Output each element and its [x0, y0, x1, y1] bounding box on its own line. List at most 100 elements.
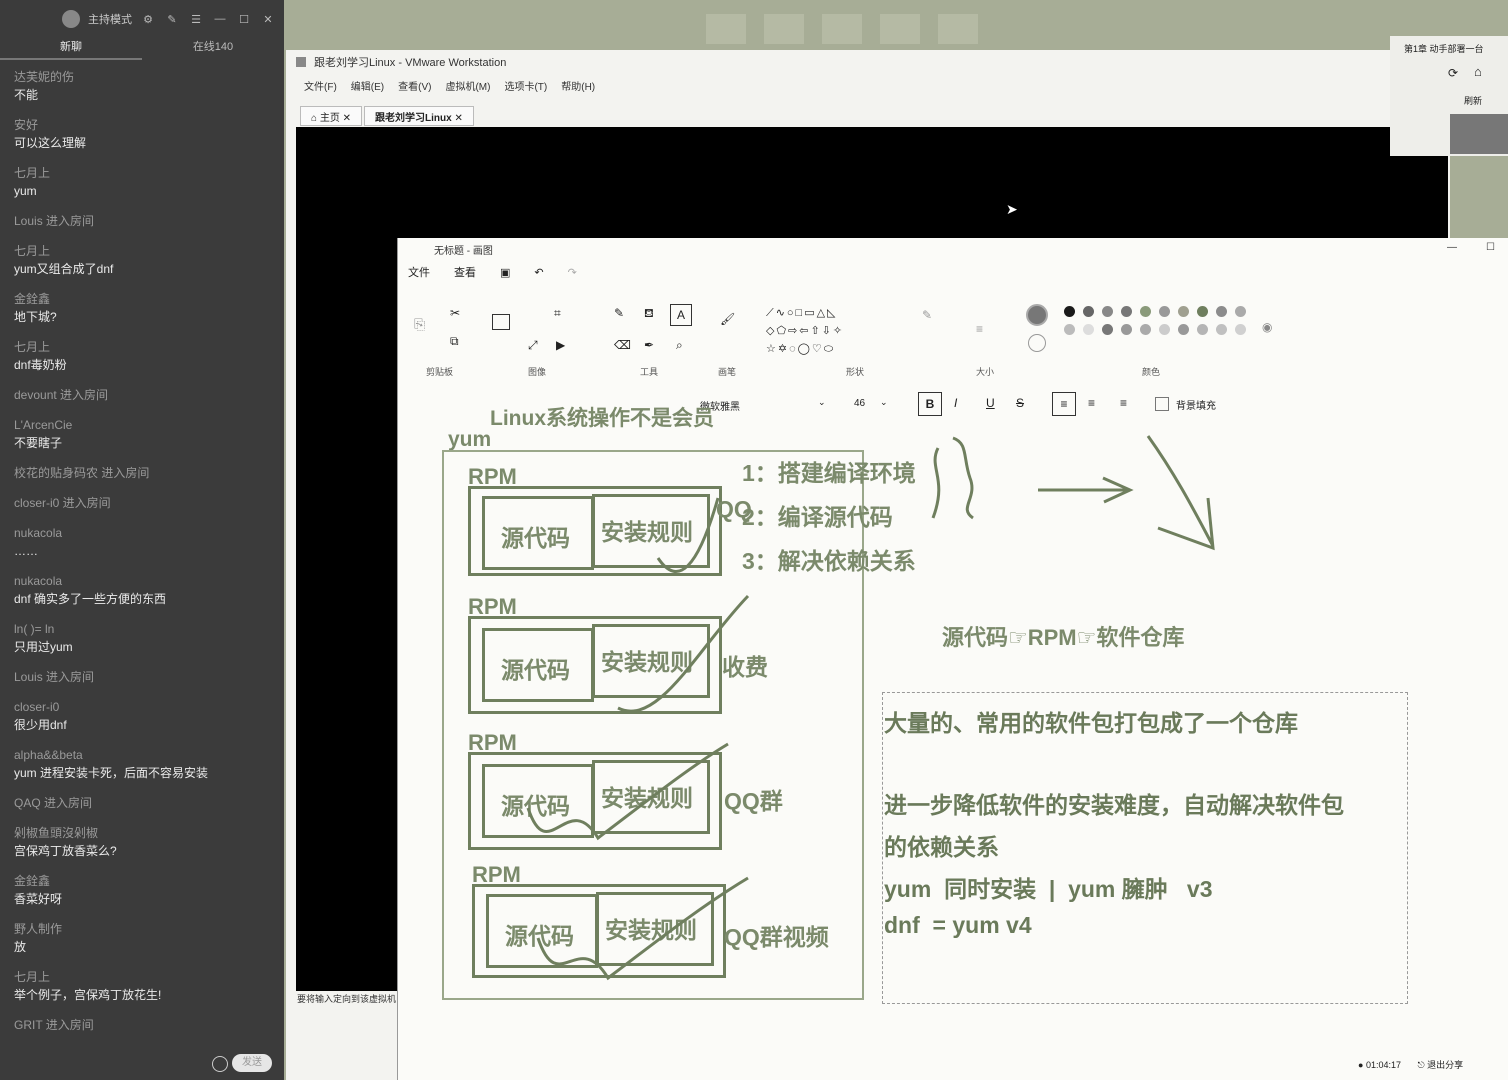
- copy-icon[interactable]: ⧉: [450, 334, 459, 349]
- shapes-icon[interactable]: ⟋∿○□▭△◺: [766, 306, 838, 320]
- tab-online[interactable]: 在线140: [142, 38, 284, 60]
- paste-icon[interactable]: ⎘: [414, 316, 425, 333]
- send-button[interactable]: 发送: [232, 1054, 272, 1072]
- system-message: closer-i0 进入房间: [14, 496, 111, 510]
- vmware-menu-item[interactable]: 编辑(E): [351, 78, 384, 93]
- shapes-icon[interactable]: ◇⬠⇨⇦⇧⇩✧: [766, 324, 844, 337]
- fill-icon[interactable]: ⛾: [644, 306, 654, 322]
- color1-swatch[interactable]: [1026, 304, 1048, 326]
- vmware-menu-item[interactable]: 虚拟机(M): [445, 78, 490, 93]
- thumbnail[interactable]: [764, 14, 804, 44]
- tab-vm[interactable]: 跟老刘学习Linux ✕: [364, 106, 474, 126]
- vmware-menu-item[interactable]: 文件(F): [304, 78, 337, 93]
- tab-chat[interactable]: 新聊: [0, 38, 142, 60]
- vmware-menu-item[interactable]: 查看(V): [398, 78, 431, 93]
- minimize-icon[interactable]: —: [1447, 242, 1457, 253]
- text-tool-icon[interactable]: A: [670, 304, 692, 326]
- palette-color[interactable]: [1102, 324, 1113, 335]
- palette-color[interactable]: [1083, 306, 1094, 317]
- chat-message: 七月上 yum: [14, 164, 276, 200]
- palette-color[interactable]: [1216, 306, 1227, 317]
- undo-icon[interactable]: ↶: [534, 266, 543, 279]
- resize-icon[interactable]: ⤢: [528, 338, 538, 353]
- vmware-menu-item[interactable]: 帮助(H): [561, 78, 595, 93]
- message-user[interactable]: ln( )= ln: [14, 620, 276, 638]
- maximize-icon[interactable]: ☐: [236, 11, 252, 27]
- palette-color[interactable]: [1140, 306, 1151, 317]
- brush-icon[interactable]: 🖌: [720, 312, 735, 326]
- eraser-icon[interactable]: ⌫: [614, 338, 631, 352]
- magnifier-icon[interactable]: ⌕: [676, 338, 683, 353]
- maximize-icon[interactable]: ☐: [1486, 242, 1495, 253]
- message-user[interactable]: L'ArcenCie: [14, 416, 276, 434]
- message-user[interactable]: 七月上: [14, 338, 276, 356]
- redo-icon[interactable]: ↷: [568, 266, 577, 279]
- paint-canvas[interactable]: Linux系统操作不是会员 yum RPM 源代码 安装规则 QQ RPM 源代…: [398, 388, 1508, 1080]
- chat-message: 达芙妮的伤 不能: [14, 68, 276, 104]
- message-user[interactable]: 野人制作: [14, 920, 276, 938]
- palette-color[interactable]: [1197, 324, 1208, 335]
- cut-icon[interactable]: ✂: [450, 306, 460, 320]
- palette-color[interactable]: [1121, 324, 1132, 335]
- message-user[interactable]: 安好: [14, 116, 276, 134]
- thumbnail[interactable]: [822, 14, 862, 44]
- rotate-icon[interactable]: ▶: [556, 338, 565, 352]
- shapes-icon[interactable]: ☆✡◌◯♡⬭: [766, 342, 835, 356]
- palette-color[interactable]: [1159, 324, 1170, 335]
- palette-color[interactable]: [1083, 324, 1094, 335]
- edit-colors-icon[interactable]: ◉: [1262, 320, 1272, 334]
- thumbnail[interactable]: [880, 14, 920, 44]
- menu-file[interactable]: 文件: [408, 264, 430, 280]
- palette-color[interactable]: [1197, 306, 1208, 317]
- chat-panel: 主持模式 ⚙ ✎ ☰ — ☐ ✕ 新聊 在线140 达芙妮的伤 不能 安好 可以这么理…: [0, 0, 284, 1080]
- thumbnail[interactable]: [938, 14, 978, 44]
- palette-color[interactable]: [1140, 324, 1151, 335]
- chapter-label[interactable]: 第1章 动手部署一台: [1404, 42, 1484, 55]
- emoji-icon[interactable]: [212, 1056, 228, 1072]
- message-user[interactable]: nukacola: [14, 524, 276, 542]
- message-user[interactable]: 达芙妮的伤: [14, 68, 276, 86]
- palette-color[interactable]: [1102, 306, 1113, 317]
- palette-color[interactable]: [1178, 306, 1189, 317]
- menu-view[interactable]: 查看: [454, 264, 476, 280]
- tab-home[interactable]: ⌂ 主页 ✕: [300, 106, 362, 126]
- message-user[interactable]: 七月上: [14, 242, 276, 260]
- crop-icon[interactable]: ⌗: [554, 306, 561, 321]
- chat-message: 金銓鑫 香菜好呀: [14, 872, 276, 908]
- palette-color[interactable]: [1216, 324, 1227, 335]
- refresh-icon[interactable]: ⟳: [1448, 66, 1458, 80]
- picker-icon[interactable]: ✒: [644, 338, 654, 352]
- color2-swatch[interactable]: [1028, 334, 1046, 352]
- vmware-menu-item[interactable]: 选项卡(T): [504, 78, 547, 93]
- message-user[interactable]: 金銓鑫: [14, 872, 276, 890]
- message-user[interactable]: 七月上: [14, 164, 276, 182]
- refresh-label[interactable]: 刷新: [1464, 94, 1482, 107]
- palette-color[interactable]: [1159, 306, 1170, 317]
- size-icon[interactable]: ≡: [976, 322, 983, 336]
- message-user[interactable]: 金銓鑫: [14, 290, 276, 308]
- palette-color[interactable]: [1064, 306, 1075, 317]
- settings-icon[interactable]: ⚙: [140, 11, 156, 27]
- select-icon[interactable]: [492, 314, 510, 330]
- message-user[interactable]: alpha&&beta: [14, 746, 276, 764]
- message-text: 不要瞎子: [14, 436, 63, 450]
- save-icon[interactable]: ▣: [500, 266, 510, 279]
- menu-icon[interactable]: ☰: [188, 11, 204, 27]
- message-user[interactable]: closer-i0: [14, 698, 276, 716]
- outline-icon[interactable]: ✎: [922, 308, 932, 322]
- message-user[interactable]: 七月上: [14, 968, 276, 986]
- palette-color[interactable]: [1178, 324, 1189, 335]
- pencil-icon[interactable]: ✎: [614, 306, 624, 320]
- close-icon[interactable]: ✕: [260, 11, 276, 27]
- edit-icon[interactable]: ✎: [164, 11, 180, 27]
- message-user[interactable]: 剁椒鱼頭沒剁椒: [14, 824, 276, 842]
- message-user[interactable]: nukacola: [14, 572, 276, 590]
- minimize-icon[interactable]: —: [212, 11, 228, 27]
- exit-share-button[interactable]: ⎋ 退出分享: [1418, 1060, 1464, 1070]
- thumbnail[interactable]: [706, 14, 746, 44]
- home-icon[interactable]: ⌂: [1474, 64, 1482, 79]
- palette-color[interactable]: [1121, 306, 1132, 317]
- palette-color[interactable]: [1064, 324, 1075, 335]
- palette-color[interactable]: [1235, 324, 1246, 335]
- palette-color[interactable]: [1235, 306, 1246, 317]
